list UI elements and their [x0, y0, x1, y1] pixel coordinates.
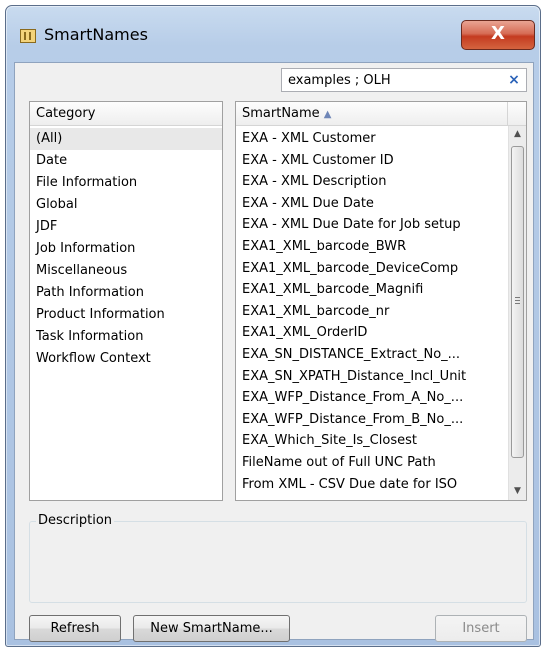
smartname-item[interactable]: FileName out of Full UNC Path: [236, 452, 508, 474]
category-header-label: Category: [36, 106, 96, 121]
category-panel: Category (All) Date File Information Glo…: [29, 101, 223, 501]
insert-button[interactable]: Insert: [435, 615, 527, 642]
smartname-column-header[interactable]: SmartName ▲: [236, 102, 526, 126]
scroll-up-icon[interactable]: ▲: [509, 126, 526, 143]
app-icon: [20, 29, 36, 43]
smartname-item[interactable]: EXA_Which_Site_Is_Closest: [236, 430, 508, 452]
smartname-item[interactable]: EXA_SN_DISTANCE_Extract_No_...: [236, 344, 508, 366]
smartname-item[interactable]: EXA - XML Customer: [236, 128, 508, 150]
close-button[interactable]: X: [461, 20, 535, 50]
description-group: Description: [29, 513, 527, 603]
header-divider: [507, 102, 508, 126]
category-item-job-information[interactable]: Job Information: [30, 238, 222, 260]
smartname-header-label: SmartName: [242, 106, 320, 121]
smartname-item[interactable]: EXA_WFP_Distance_From_A_No_...: [236, 387, 508, 409]
smartname-item[interactable]: EXA1_XML_barcode_nr: [236, 301, 508, 323]
smartnames-window: SmartNames X × Category (All) Date File …: [5, 5, 541, 647]
clear-search-icon[interactable]: ×: [506, 71, 522, 89]
category-item-workflow-context[interactable]: Workflow Context: [30, 348, 222, 370]
smartname-panel: SmartName ▲ EXA - XML Customer EXA - XML …: [235, 101, 527, 501]
category-item-miscellaneous[interactable]: Miscellaneous: [30, 260, 222, 282]
category-item-path-information[interactable]: Path Information: [30, 282, 222, 304]
smartname-list: EXA - XML Customer EXA - XML Customer ID…: [236, 128, 508, 495]
category-item-global[interactable]: Global: [30, 194, 222, 216]
search-box[interactable]: ×: [281, 68, 527, 92]
smartname-item[interactable]: EXA1_XML_OrderID: [236, 322, 508, 344]
search-input[interactable]: [288, 72, 488, 88]
smartname-item[interactable]: EXA_WFP_Distance_From_B_No_...: [236, 409, 508, 431]
scroll-down-icon[interactable]: ▼: [509, 483, 526, 500]
smartname-item[interactable]: EXA - XML Due Date for Job setup: [236, 214, 508, 236]
smartname-item[interactable]: EXA - XML Due Date: [236, 193, 508, 215]
category-list: (All) Date File Information Global JDF J…: [30, 128, 222, 370]
smartname-item[interactable]: EXA1_XML_barcode_DeviceComp: [236, 258, 508, 280]
category-item-task-information[interactable]: Task Information: [30, 326, 222, 348]
category-item-jdf[interactable]: JDF: [30, 216, 222, 238]
category-item-product-information[interactable]: Product Information: [30, 304, 222, 326]
dialog-body: × Category (All) Date File Information G…: [14, 62, 534, 642]
new-smartname-button[interactable]: New SmartName...: [133, 615, 290, 642]
smartname-item[interactable]: EXA - XML Customer ID: [236, 150, 508, 172]
refresh-button[interactable]: Refresh: [29, 615, 121, 642]
smartname-item[interactable]: EXA1_XML_barcode_BWR: [236, 236, 508, 258]
smartname-item[interactable]: EXA - XML Description: [236, 171, 508, 193]
description-label: Description: [36, 513, 115, 528]
sort-ascending-icon: ▲: [323, 109, 332, 120]
category-item-date[interactable]: Date: [30, 150, 222, 172]
smartname-item[interactable]: EXA_SN_XPATH_Distance_Incl_Unit: [236, 366, 508, 388]
smartname-item[interactable]: EXA1_XML_barcode_Magnifi: [236, 279, 508, 301]
category-item-file-information[interactable]: File Information: [30, 172, 222, 194]
grip-line: [515, 303, 520, 304]
category-column-header[interactable]: Category: [30, 102, 222, 126]
title-bar[interactable]: SmartNames X: [6, 6, 540, 58]
grip-line: [515, 300, 520, 301]
window-title: SmartNames: [44, 25, 148, 44]
smartname-scrollbar[interactable]: ▲ ▼: [508, 126, 526, 500]
grip-line: [515, 297, 520, 298]
category-item-all[interactable]: (All): [30, 128, 222, 150]
scroll-thumb[interactable]: [511, 146, 524, 458]
smartname-item[interactable]: From XML - CSV Due date for ISO: [236, 474, 508, 496]
